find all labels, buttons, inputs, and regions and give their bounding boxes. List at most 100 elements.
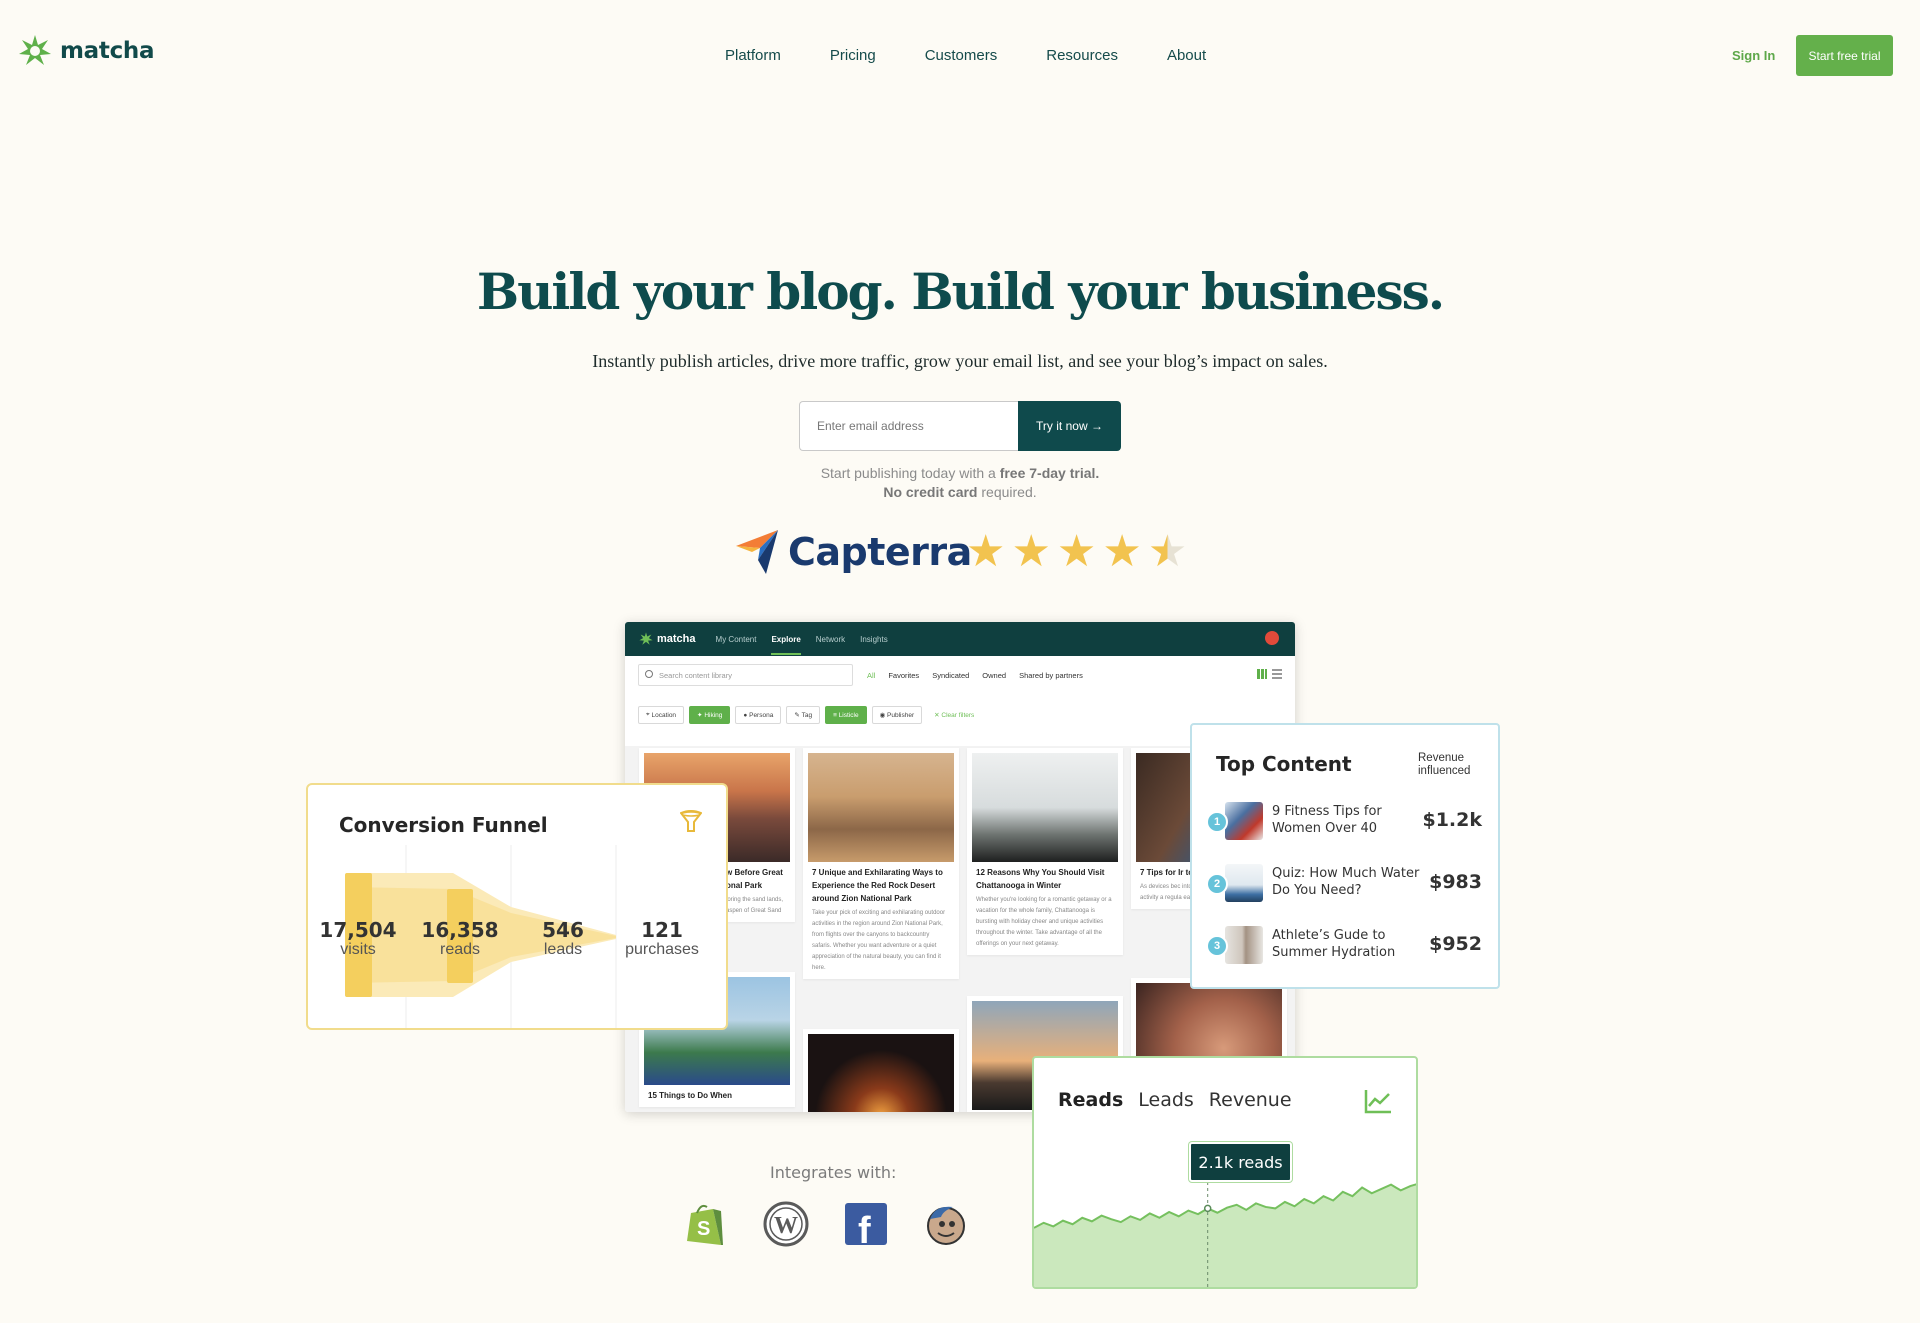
funnel-value: 17,504 — [319, 918, 397, 942]
funnel-stage-leads: 546 leads — [518, 919, 608, 959]
item-title: Quiz: How Much Water Do You Need? — [1272, 866, 1420, 898]
search-icon — [645, 670, 653, 678]
item-thumbnail — [1225, 864, 1263, 902]
trial-note-bold: free 7-day trial. — [999, 465, 1100, 481]
account-avatar[interactable] — [1265, 631, 1279, 645]
funnel-value: 121 — [641, 918, 683, 942]
rank-badge: 2 — [1206, 873, 1228, 895]
card-title: 15 Things to Do When — [648, 1091, 732, 1100]
trial-note-text: Start publishing today with a — [820, 465, 1000, 481]
card-title: 12 Reasons Why You Should Visit Chattano… — [976, 868, 1105, 890]
integrations-title: Integrates with: — [770, 1163, 897, 1182]
half-star-icon: ★ — [1147, 527, 1188, 576]
content-card[interactable]: 12 Reasons Why You Should Visit Chattano… — [967, 748, 1123, 955]
card-title: 7 Unique and Exhilarating Ways to Experi… — [812, 868, 943, 903]
item-thumbnail — [1225, 926, 1263, 964]
matcha-logo[interactable]: matcha — [18, 34, 155, 68]
top-content-item[interactable]: 2 Quiz: How Much Water Do You Need? $983 — [1206, 860, 1492, 906]
chip-hiking[interactable]: ✦ Hiking — [689, 706, 731, 724]
chip-persona[interactable]: ● Persona — [735, 706, 782, 724]
line-chart-icon[interactable] — [1364, 1088, 1392, 1114]
list-view-icon[interactable] — [1272, 669, 1282, 679]
tab-leads[interactable]: Leads — [1138, 1089, 1194, 1111]
star-icon: ★ — [966, 527, 1006, 576]
capterra-logo: Capterra — [736, 530, 972, 574]
app-tab-insights[interactable]: Insights — [860, 635, 888, 644]
tab-reads[interactable]: Reads — [1058, 1089, 1123, 1111]
card-image — [972, 753, 1118, 862]
app-tab-network[interactable]: Network — [816, 635, 845, 644]
item-revenue: $983 — [1429, 871, 1482, 893]
top-content-item[interactable]: 3 Athlete’s Gude to Summer Hydration $95… — [1206, 922, 1492, 968]
wordpress-icon: W — [763, 1201, 809, 1247]
card-image — [808, 753, 954, 862]
filter-shared[interactable]: Shared by partners — [1019, 671, 1083, 680]
funnel-value: 16,358 — [421, 918, 499, 942]
top-content-item[interactable]: 1 9 Fitness Tips for Women Over 40 $1.2k — [1206, 798, 1492, 844]
reads-chart-card: Reads Leads Revenue 2.1k reads — [1032, 1056, 1418, 1289]
shopify-icon: S — [683, 1201, 729, 1247]
content-card[interactable] — [803, 1029, 959, 1112]
star-icon: ★ — [1102, 527, 1142, 576]
nav-about[interactable]: About — [1167, 47, 1206, 64]
card-body: Whether you're looking for a romantic ge… — [976, 897, 1112, 947]
item-title: Athlete’s Gude to Summer Hydration — [1272, 928, 1396, 960]
card-image — [808, 1034, 954, 1112]
rank-badge: 1 — [1206, 811, 1228, 833]
funnel-value: 546 — [542, 918, 584, 942]
funnel-title: Conversion Funnel — [339, 813, 548, 837]
rating-stars: ★ ★ ★ ★ ★ — [966, 530, 1187, 574]
capterra-arrow-icon — [736, 530, 778, 574]
funnel-stage-visits: 17,504 visits — [313, 919, 403, 959]
brand-name: matcha — [60, 38, 155, 64]
chip-tag[interactable]: ✎ Tag — [786, 706, 821, 724]
email-signup-form: Try it now → — [799, 401, 1121, 451]
email-input[interactable] — [799, 401, 1018, 451]
chip-publisher[interactable]: ◉ Publisher — [871, 706, 923, 724]
app-search-row: Search content library All Favorites Syn… — [638, 664, 1282, 686]
app-tab-my-content[interactable]: My Content — [716, 635, 757, 644]
clear-filters[interactable]: ✕ Clear filters — [927, 706, 982, 724]
chart-metric-tabs: Reads Leads Revenue — [1058, 1089, 1292, 1111]
no-credit-card-text: No credit card — [883, 484, 978, 500]
conversion-funnel-card: Conversion Funnel 17,504 visits 16,358 r… — [306, 783, 728, 1030]
facebook-icon: f — [843, 1201, 889, 1252]
nav-platform[interactable]: Platform — [725, 47, 781, 64]
matcha-leaf-icon — [19, 35, 51, 65]
svg-text:S: S — [697, 1218, 710, 1240]
content-card[interactable]: 7 Unique and Exhilarating Ways to Experi… — [803, 748, 959, 979]
filter-favorites[interactable]: Favorites — [888, 671, 919, 680]
svg-text:f: f — [858, 1210, 871, 1247]
reads-area — [1034, 1184, 1416, 1287]
main-nav: Platform Pricing Customers Resources Abo… — [725, 47, 1206, 64]
nav-customers[interactable]: Customers — [925, 47, 998, 64]
app-topbar: matcha My Content Explore Network Insigh… — [625, 622, 1295, 656]
chip-listicle[interactable]: ≡ Listicle — [825, 706, 867, 724]
app-tab-explore[interactable]: Explore — [771, 635, 801, 655]
star-icon: ★ — [1011, 527, 1051, 576]
capterra-name: Capterra — [788, 530, 972, 574]
nav-pricing[interactable]: Pricing — [830, 47, 876, 64]
start-free-trial-button[interactable]: Start free trial — [1796, 35, 1893, 76]
filter-syndicated[interactable]: Syndicated — [932, 671, 969, 680]
search-placeholder: Search content library — [659, 670, 732, 680]
content-search-input[interactable]: Search content library — [638, 664, 853, 686]
hero-title: Build your blog. Build your business. — [476, 262, 1445, 321]
top-content-title: Top Content — [1216, 752, 1352, 776]
sign-in-link[interactable]: Sign In — [1732, 48, 1775, 63]
mailchimp-icon — [923, 1201, 969, 1247]
grid-view-icon[interactable] — [1257, 669, 1267, 679]
tab-revenue[interactable]: Revenue — [1209, 1089, 1292, 1111]
try-it-now-button[interactable]: Try it now → — [1018, 401, 1121, 451]
rank-badge: 3 — [1206, 935, 1228, 957]
funnel-label: visits — [340, 941, 376, 958]
trial-note-required: required. — [977, 484, 1037, 500]
nav-resources[interactable]: Resources — [1046, 47, 1118, 64]
trial-note: Start publishing today with a free 7-day… — [0, 464, 1920, 502]
app-brand: matcha — [657, 633, 696, 645]
card-body: Take your pick of exciting and exhilarat… — [812, 910, 946, 971]
filter-all[interactable]: All — [867, 671, 875, 680]
filter-owned[interactable]: Owned — [982, 671, 1006, 680]
chip-location[interactable]: ⌖ Location — [638, 706, 685, 724]
item-title: 9 Fitness Tips for Women Over 40 — [1272, 804, 1382, 836]
